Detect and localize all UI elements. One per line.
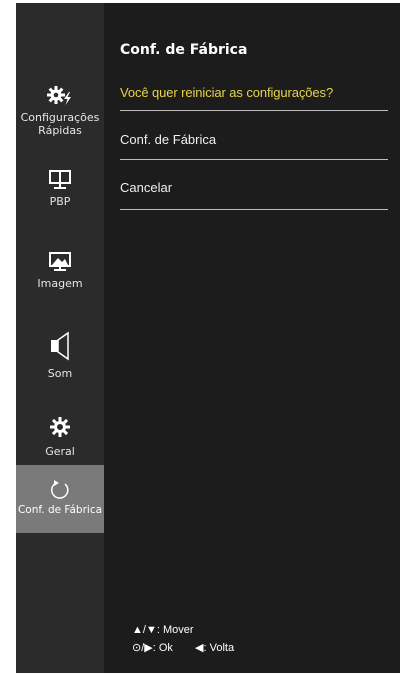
sidebar-item-label: Imagem bbox=[37, 277, 83, 290]
sidebar-item-label: Som bbox=[47, 367, 73, 380]
sidebar: Configurações Rápidas PBP Imagem Som Ger… bbox=[16, 3, 104, 673]
divider bbox=[120, 110, 388, 111]
picture-icon bbox=[49, 252, 71, 271]
reset-icon bbox=[51, 480, 69, 499]
sidebar-item-sound[interactable]: Som bbox=[16, 331, 104, 380]
page-title: Conf. de Fábrica bbox=[120, 42, 248, 58]
speaker-icon bbox=[51, 331, 69, 361]
quick-settings-icon bbox=[47, 86, 71, 105]
osd-menu: Configurações Rápidas PBP Imagem Som Ger… bbox=[16, 3, 400, 673]
reset-question: Você quer reiniciar as configurações? bbox=[120, 85, 334, 100]
sidebar-item-label: Conf. de Fábrica bbox=[17, 504, 103, 516]
ok-joystick-icon: ⊙/▶: bbox=[132, 642, 156, 654]
help-move: ▲/▼: Mover bbox=[132, 623, 234, 641]
sidebar-item-picture[interactable]: Imagem bbox=[16, 251, 104, 290]
cancel-option[interactable]: Cancelar bbox=[120, 180, 172, 195]
sidebar-item-label: PBP bbox=[49, 195, 71, 208]
sidebar-item-pbp[interactable]: PBP bbox=[16, 169, 104, 208]
divider bbox=[120, 159, 388, 160]
main-panel: Conf. de Fábrica Você quer reiniciar as … bbox=[104, 3, 400, 673]
arrow-left-icon: ◀: bbox=[195, 642, 207, 654]
sidebar-item-general[interactable]: Geral bbox=[16, 415, 104, 458]
help-back-label: Volta bbox=[209, 642, 235, 654]
confirm-reset-option[interactable]: Conf. de Fábrica bbox=[120, 132, 216, 147]
sidebar-item-label: Geral bbox=[45, 445, 75, 458]
sidebar-item-quick-settings[interactable]: Configurações Rápidas bbox=[16, 83, 104, 137]
divider bbox=[120, 209, 388, 210]
help-ok-back: ⊙/▶: Ok ◀: Volta bbox=[132, 641, 234, 659]
pbp-icon bbox=[49, 170, 71, 189]
help-move-label: Mover bbox=[162, 624, 194, 636]
help-ok-label: Ok bbox=[158, 642, 173, 654]
sidebar-item-factory-reset[interactable]: Conf. de Fábrica bbox=[16, 465, 104, 533]
sidebar-item-label: Configurações Rápidas bbox=[20, 111, 100, 137]
key-help: ▲/▼: Mover ⊙/▶: Ok ◀: Volta bbox=[132, 623, 234, 659]
gear-icon bbox=[50, 417, 70, 437]
arrow-up-down-icon: ▲/▼: bbox=[132, 624, 160, 636]
